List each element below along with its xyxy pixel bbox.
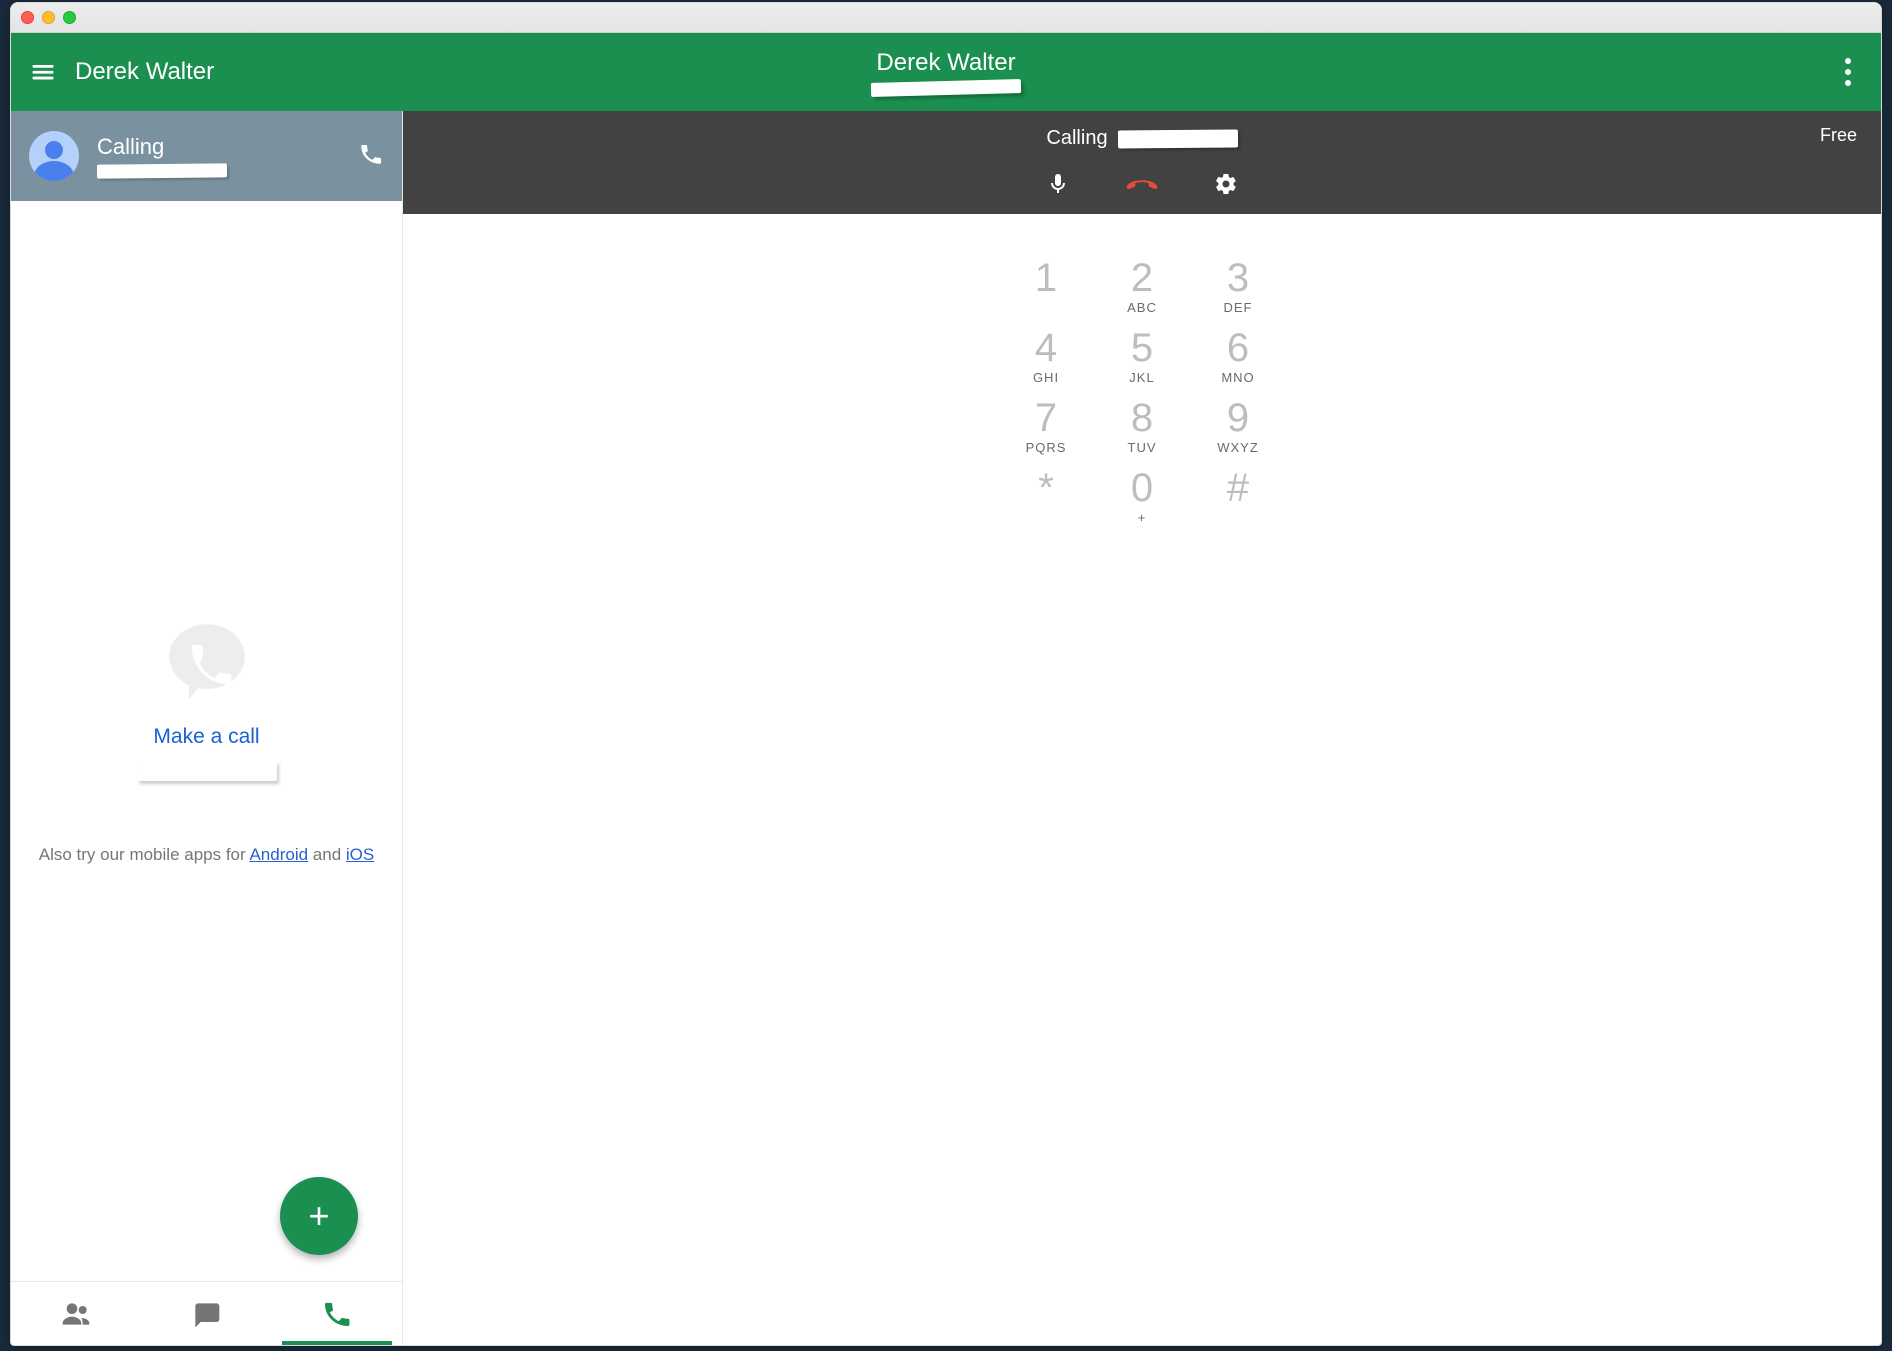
app-window: Derek Walter Derek Walter Calling (10, 2, 1882, 1346)
active-call-bar: Free Calling (403, 111, 1881, 214)
project-redacted (137, 761, 277, 781)
ios-link[interactable]: iOS (346, 845, 374, 864)
call-number-redacted (97, 163, 227, 178)
dialpad-letters: DEF (1224, 300, 1253, 315)
hangouts-phone-placeholder-icon (157, 617, 257, 707)
tab-messages[interactable] (141, 1282, 271, 1345)
sidebar-tabs (11, 1281, 402, 1345)
dialpad-container: 12ABC3DEF4GHI5JKL6MNO7PQRS8TUV9WXYZ*0+# (403, 214, 1881, 1345)
chat-icon (190, 1298, 222, 1330)
dialpad-key-6[interactable]: 6 MNO (1190, 324, 1286, 394)
main-panel: Free Calling 1 2 (403, 111, 1881, 1345)
tab-contacts[interactable] (11, 1282, 141, 1345)
microphone-icon (1046, 172, 1070, 196)
dialpad-letters: ABC (1127, 300, 1157, 315)
dialpad-letters: TUV (1128, 440, 1157, 455)
dialpad-key-3[interactable]: 3 DEF (1190, 254, 1286, 324)
dialpad-digit: 9 (1227, 398, 1249, 438)
dialpad-key-7[interactable]: 7 PQRS (998, 394, 1094, 464)
dialpad-key-0[interactable]: 0+ (1094, 464, 1190, 534)
dialpad-digit: * (1038, 468, 1054, 508)
plus-icon: + (308, 1198, 329, 1234)
sidebar: Calling Make a call Also try our mobile … (11, 111, 403, 1345)
dialpad-digit: 8 (1131, 398, 1153, 438)
hamburger-icon (29, 58, 57, 86)
contact-title: Derek Walter (871, 49, 1021, 95)
calling-label: Calling (1046, 127, 1107, 150)
dialpad-digit: 5 (1131, 328, 1153, 368)
account-name[interactable]: Derek Walter (75, 58, 214, 86)
hamburger-menu-button[interactable] (11, 33, 75, 111)
dialpad-key-8[interactable]: 8 TUV (1094, 394, 1190, 464)
dialpad-digit: 3 (1227, 258, 1249, 298)
dialpad-key-4[interactable]: 4 GHI (998, 324, 1094, 394)
hangup-icon (1125, 172, 1159, 196)
dialpad-digit: 7 (1035, 398, 1057, 438)
dialpad-key-*[interactable]: * (998, 464, 1094, 534)
calling-status-row: Calling (427, 127, 1857, 150)
call-settings-button[interactable] (1214, 172, 1238, 196)
phone-icon (358, 141, 384, 167)
mute-button[interactable] (1046, 172, 1070, 196)
dialpad-digit: 0 (1131, 468, 1153, 508)
gear-icon (1214, 172, 1238, 196)
promo-text-and: and (308, 845, 346, 864)
mac-titlebar (11, 3, 1881, 33)
hangup-button[interactable] (1125, 172, 1159, 196)
call-cost-label: Free (1820, 125, 1857, 146)
android-link[interactable]: Android (249, 845, 308, 864)
dialpad-digit: 6 (1227, 328, 1249, 368)
dialpad-digit: 2 (1131, 258, 1153, 298)
calling-number-redacted (1118, 129, 1238, 148)
dialpad-key-1[interactable]: 1 (998, 254, 1094, 324)
call-card-text: Calling (97, 134, 227, 178)
people-icon (60, 1298, 92, 1330)
dialpad: 12ABC3DEF4GHI5JKL6MNO7PQRS8TUV9WXYZ*0+# (998, 254, 1286, 1345)
window-maximize-button[interactable] (63, 11, 76, 24)
tab-calls[interactable] (272, 1282, 402, 1345)
phone-icon (321, 1298, 353, 1330)
active-call-card[interactable]: Calling (11, 111, 402, 201)
call-controls (427, 172, 1857, 196)
window-minimize-button[interactable] (42, 11, 55, 24)
call-card-phone-icon (358, 141, 384, 172)
contact-number-redacted (871, 79, 1021, 97)
dialpad-letters: PQRS (1026, 440, 1067, 455)
window-close-button[interactable] (21, 11, 34, 24)
app-toolbar: Derek Walter Derek Walter (11, 33, 1881, 111)
dialpad-letters: MNO (1221, 370, 1254, 385)
sidebar-empty-state: Make a call Also try our mobile apps for… (11, 201, 402, 1281)
dialpad-digit: 4 (1035, 328, 1057, 368)
dialpad-letters: WXYZ (1217, 440, 1259, 455)
dialpad-digit: # (1227, 468, 1249, 508)
call-status-label: Calling (97, 134, 227, 160)
dialpad-digit: 1 (1035, 258, 1057, 298)
content-body: Calling Make a call Also try our mobile … (11, 111, 1881, 1345)
avatar-icon (29, 131, 79, 181)
dialpad-key-9[interactable]: 9 WXYZ (1190, 394, 1286, 464)
dialpad-letters: + (1138, 510, 1147, 525)
dialpad-key-#[interactable]: # (1190, 464, 1286, 534)
dialpad-key-5[interactable]: 5 JKL (1094, 324, 1190, 394)
contact-name: Derek Walter (871, 49, 1021, 77)
dialpad-letters: JKL (1129, 370, 1154, 385)
promo-text-prefix: Also try our mobile apps for (39, 845, 250, 864)
dialpad-key-2[interactable]: 2 ABC (1094, 254, 1190, 324)
more-menu-button[interactable] (1837, 50, 1859, 94)
new-conversation-fab[interactable]: + (280, 1177, 358, 1255)
dialpad-letters: GHI (1033, 370, 1059, 385)
make-a-call-link[interactable]: Make a call (153, 725, 259, 749)
mobile-apps-promo: Also try our mobile apps for Android and… (39, 845, 374, 865)
more-vertical-icon (1845, 58, 1851, 86)
